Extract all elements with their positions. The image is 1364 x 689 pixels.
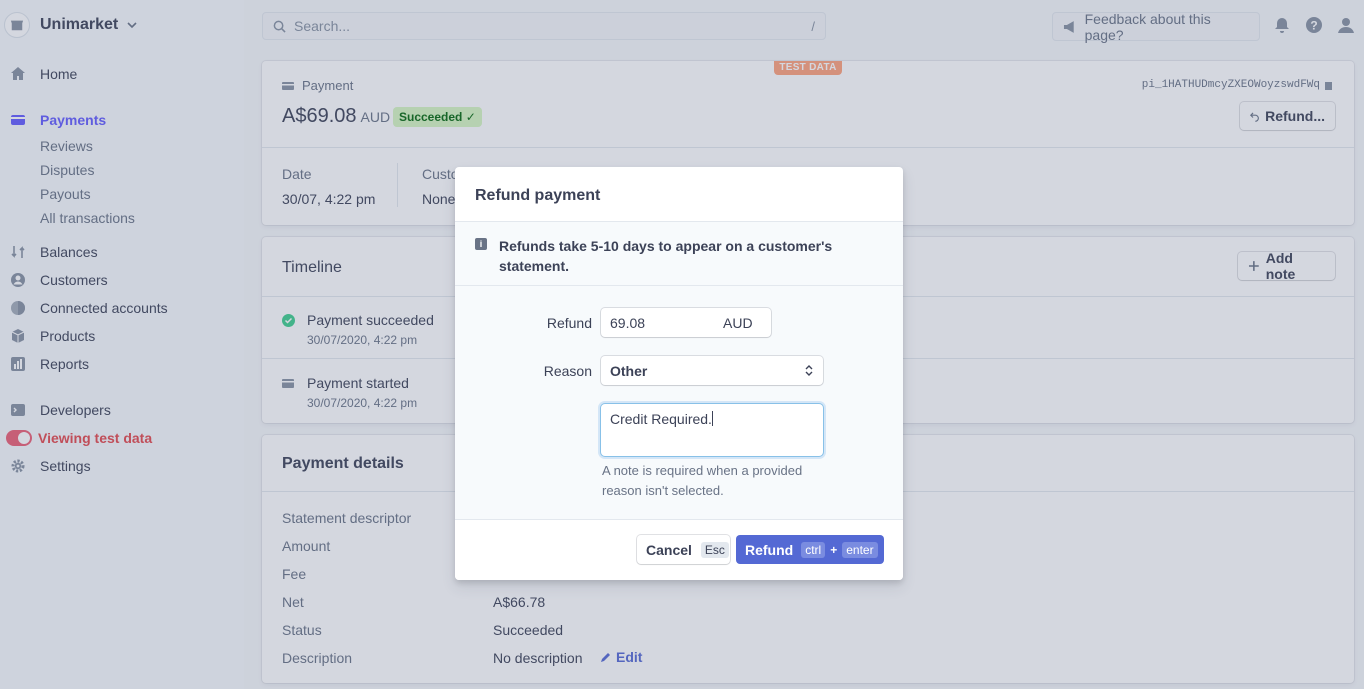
- reason-selected-value: Other: [610, 362, 648, 379]
- esc-key-hint: Esc: [700, 541, 729, 558]
- refund-note-textarea[interactable]: Credit Required.: [601, 404, 823, 456]
- enter-key-hint: enter: [842, 541, 878, 558]
- refund-payment-modal: Refund payment i Refunds take 5-10 days …: [455, 167, 903, 580]
- refund-note-text: Credit Required.: [610, 411, 712, 427]
- ctrl-key-hint: ctrl: [801, 541, 826, 558]
- select-arrows-icon: [805, 365, 813, 376]
- modal-footer: Cancel Esc Refund ctrl + enter: [455, 520, 903, 580]
- reason-select[interactable]: Other: [601, 356, 823, 385]
- cancel-button[interactable]: Cancel Esc: [637, 535, 730, 564]
- key-plus: +: [830, 542, 838, 557]
- refund-currency: AUD: [723, 314, 753, 331]
- refund-amount-label: Refund: [546, 315, 592, 331]
- reason-label: Reason: [543, 363, 592, 379]
- refund-info-text: Refunds take 5-10 days to appear on a cu…: [499, 238, 833, 274]
- text-cursor: [711, 411, 713, 426]
- modal-header: Refund payment: [455, 167, 903, 222]
- refund-info-banner: i Refunds take 5-10 days to appear on a …: [455, 222, 903, 286]
- refund-amount-field[interactable]: AUD: [601, 308, 771, 337]
- refund-amount-input[interactable]: [601, 314, 721, 331]
- submit-refund-label: Refund: [745, 541, 794, 558]
- modal-title: Refund payment: [475, 187, 601, 204]
- cancel-label: Cancel: [646, 541, 692, 558]
- note-required-hint: A note is required when a provided reaso…: [602, 463, 803, 498]
- submit-refund-button[interactable]: Refund ctrl + enter: [736, 535, 884, 564]
- refund-form: Refund AUD Reason Other Credit Required.…: [455, 286, 903, 520]
- info-icon: i: [475, 238, 487, 250]
